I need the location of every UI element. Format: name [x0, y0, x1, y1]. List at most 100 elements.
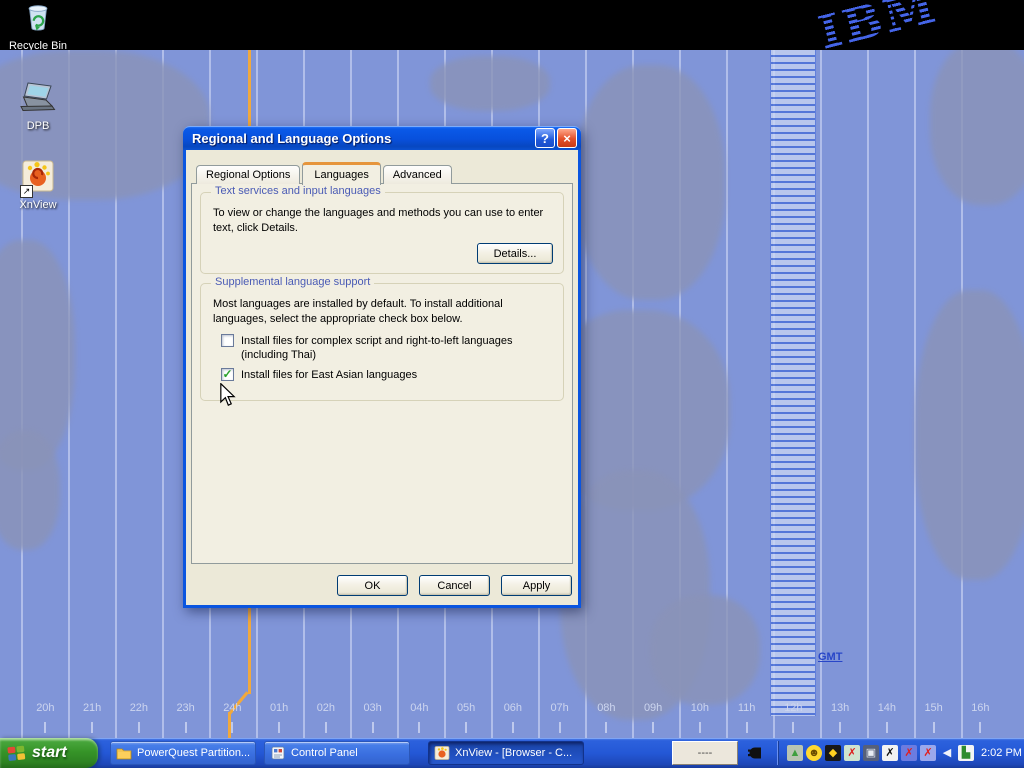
taskbar-task-powerquest[interactable]: PowerQuest Partition...	[110, 741, 256, 765]
recycle-bin-icon	[23, 1, 53, 38]
languages-tab-page: Text services and input languages To vie…	[191, 183, 573, 564]
orange-meridian-line	[248, 607, 251, 694]
timezone-hour-label: 12h	[770, 702, 817, 714]
checkbox-label: Install files for East Asian languages	[241, 368, 417, 382]
tray-icon[interactable]: ✗	[920, 745, 936, 761]
regional-language-options-dialog: Regional and Language Options ? × Region…	[183, 126, 581, 608]
timezone-hour-label: 24h	[209, 702, 256, 714]
timezone-hour-label: 04h	[396, 702, 443, 714]
apply-button[interactable]: Apply	[501, 575, 572, 596]
tray-icon[interactable]: ✗	[901, 745, 917, 761]
tray-icon[interactable]: ✗	[844, 745, 860, 761]
timezone-hour-label: 03h	[349, 702, 396, 714]
tray-icon[interactable]: ◀	[939, 745, 955, 761]
tray-icon[interactable]: ▣	[863, 745, 879, 761]
desktop-icon-recycle-bin[interactable]: Recycle Bin	[6, 1, 70, 50]
taskbar-task-xnview[interactable]: XnView - [Browser - C...	[428, 741, 584, 765]
timezone-hour-label: 06h	[490, 702, 537, 714]
gmt-meridian-band	[770, 50, 816, 716]
dialog-title: Regional and Language Options	[192, 131, 533, 146]
taskbar: start PowerQuest Partition... Control Pa…	[0, 738, 1024, 768]
deskband-toolbar[interactable]: ----	[672, 741, 738, 765]
control-panel-icon	[270, 746, 286, 760]
orange-meridian-line	[248, 50, 251, 127]
checkbox-label: Install files for complex script and rig…	[241, 334, 553, 363]
group-description: Most languages are installed by default.…	[201, 284, 563, 327]
system-tray: ▲ ☻ ◆ ✗ ▣ ✗ ✗ ✗ ◀ ▙	[778, 741, 1024, 765]
timezone-hour-label: 20h	[22, 702, 69, 714]
timezone-hour-label: 23h	[162, 702, 209, 714]
ok-button[interactable]: OK	[337, 575, 408, 596]
tab-regional-options[interactable]: Regional Options	[196, 165, 300, 184]
tab-strip: Regional Options Languages Advanced	[196, 161, 454, 184]
tray-icon[interactable]: ▙	[958, 745, 974, 761]
map-landmass	[575, 65, 725, 300]
checkbox-box[interactable]: ✓	[221, 334, 234, 347]
dialog-titlebar[interactable]: Regional and Language Options ? ×	[183, 126, 581, 150]
map-landmass	[650, 595, 760, 705]
timezone-hour-label: 15h	[910, 702, 957, 714]
timezone-hour-label: 01h	[256, 702, 303, 714]
task-label: XnView - [Browser - C...	[455, 747, 572, 759]
desktop-icon-dpb[interactable]: DPB	[6, 81, 70, 132]
map-landmass	[930, 50, 1024, 205]
folder-icon	[116, 746, 132, 760]
timezone-hour-label: 14h	[864, 702, 911, 714]
mouse-cursor	[219, 383, 236, 412]
group-legend: Supplemental language support	[211, 276, 374, 288]
dialog-button-row: OK Cancel Apply	[337, 575, 572, 596]
map-landmass	[0, 430, 60, 550]
windows-flag-icon	[7, 745, 26, 762]
task-label: PowerQuest Partition...	[137, 747, 250, 759]
taskbar-clock[interactable]: 2:02 PM	[977, 747, 1024, 759]
start-label: start	[32, 744, 67, 762]
icon-label: Recycle Bin	[9, 40, 67, 50]
checkbox-east-asian[interactable]: ✓ Install files for East Asian languages	[221, 368, 553, 382]
taskbar-task-control-panel[interactable]: Control Panel	[264, 741, 410, 765]
timezone-hour-label: 09h	[630, 702, 677, 714]
timezone-hour-label: 22h	[116, 702, 163, 714]
details-button[interactable]: Details...	[477, 243, 553, 264]
dialog-body: Regional Options Languages Advanced Text…	[186, 150, 578, 605]
timezone-hour-label: 05h	[443, 702, 490, 714]
tab-advanced[interactable]: Advanced	[383, 165, 452, 184]
checkbox-box[interactable]: ✓	[221, 368, 234, 381]
timezone-hour-label: 08h	[583, 702, 630, 714]
tray-icon[interactable]: ▲	[787, 745, 803, 761]
cancel-button[interactable]: Cancel	[419, 575, 490, 596]
shortcut-arrow-icon: ↗	[20, 185, 33, 198]
timezone-hour-label: 02h	[303, 702, 350, 714]
timezone-hour-label: 07h	[536, 702, 583, 714]
help-button[interactable]: ?	[535, 128, 555, 148]
desktop-icon-xnview[interactable]: ↗ XnView	[6, 160, 70, 211]
icon-label: DPB	[27, 120, 50, 132]
tray-icon[interactable]: ✗	[882, 745, 898, 761]
group-legend: Text services and input languages	[211, 185, 385, 197]
close-button[interactable]: ×	[557, 128, 577, 148]
timezone-hour-label: 11h	[723, 702, 770, 714]
tray-icon[interactable]: ☻	[806, 745, 822, 761]
gmt-label: GMT	[818, 651, 842, 663]
map-landmass	[430, 56, 550, 111]
top-banner-strip: Recycle Bin IBM	[0, 0, 1024, 50]
laptop-icon	[19, 81, 57, 118]
xnview-icon: ↗	[22, 160, 54, 197]
checkbox-complex-script[interactable]: ✓ Install files for complex script and r…	[221, 334, 553, 363]
map-landmass	[915, 290, 1024, 580]
desktop-screen: GMT 20h21h22h23h24h01h02h03h04h05h06h07h…	[0, 0, 1024, 768]
task-label: Control Panel	[291, 747, 358, 759]
power-plug-icon[interactable]	[746, 745, 768, 761]
timezone-hour-label: 10h	[677, 702, 724, 714]
text-services-group: Text services and input languages To vie…	[200, 192, 564, 274]
icon-label: XnView	[19, 199, 56, 211]
timezone-hour-label: 16h	[957, 702, 1004, 714]
timezone-hour-label: 13h	[817, 702, 864, 714]
start-button[interactable]: start	[0, 738, 98, 768]
timezone-scale: 20h21h22h23h24h01h02h03h04h05h06h07h08h0…	[0, 702, 1024, 714]
supplemental-language-group: Supplemental language support Most langu…	[200, 283, 564, 401]
timezone-hour-label: 21h	[69, 702, 116, 714]
tray-icon[interactable]: ◆	[825, 745, 841, 761]
ibm-logo: IBM	[814, 0, 942, 50]
tray-icon-list: ▲ ☻ ◆ ✗ ▣ ✗ ✗ ✗ ◀ ▙	[787, 745, 974, 761]
tab-languages[interactable]: Languages	[302, 162, 380, 185]
